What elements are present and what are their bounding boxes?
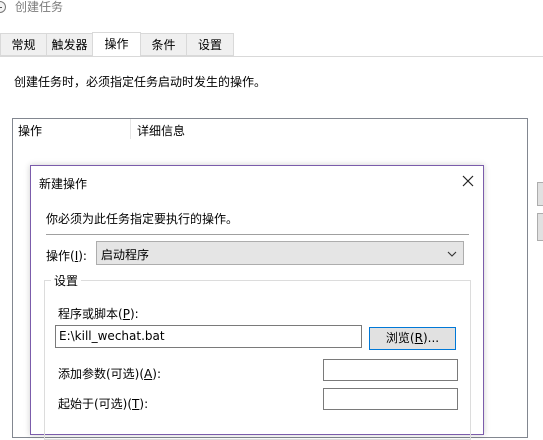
action-type-select[interactable]: 启动程序: [96, 241, 464, 265]
action-type-label: 操作(I):: [46, 247, 87, 264]
move-up-button[interactable]: [537, 182, 543, 206]
program-label: 程序或脚本(P):: [58, 305, 139, 322]
browse-button[interactable]: 浏览(R)...: [369, 327, 456, 350]
program-label-end: ):: [129, 307, 139, 321]
program-input[interactable]: E:\kill_wechat.bat: [55, 325, 362, 348]
new-action-dialog: 新建操作 你必须为此任务指定要执行的操作。 操作(I): 启动程序 设置 程序或…: [30, 165, 484, 440]
chevron-down-icon: [447, 248, 457, 262]
program-label-key: P: [122, 307, 130, 321]
dialog-title: 新建操作: [39, 177, 88, 191]
move-down-button[interactable]: [537, 213, 543, 241]
window-title: 创建任务: [15, 0, 64, 14]
browse-label-text: 浏览(: [385, 331, 415, 345]
action-type-value: 启动程序: [101, 248, 150, 262]
program-label-text: 程序或脚本(: [58, 307, 123, 321]
browse-label-key: R: [414, 331, 423, 345]
arguments-label: 添加参数(可选)(A):: [58, 365, 161, 382]
dialog-description: 你必须为此任务指定要执行的操作。: [46, 212, 239, 226]
window-title-bar: 创建任务: [0, 0, 543, 18]
start-in-input[interactable]: [323, 388, 458, 410]
action-label-text: 操作(: [46, 249, 75, 263]
settings-group-label: 设置: [51, 272, 82, 289]
clock-task-icon: [0, 1, 6, 13]
args-label-end: ):: [152, 367, 161, 381]
start-label-end: ):: [139, 397, 149, 411]
program-input-value: E:\kill_wechat.bat: [59, 329, 165, 343]
tab-conditions[interactable]: 条件: [140, 33, 187, 56]
column-separator: [130, 119, 131, 139]
start-label-text: 起始于(可选)(: [58, 397, 133, 411]
dialog-divider: [46, 234, 469, 235]
tab-settings[interactable]: 设置: [186, 33, 234, 56]
args-label-text: 添加参数(可选)(: [58, 367, 145, 381]
tab-general[interactable]: 常规: [0, 33, 47, 56]
browse-label-end: )...: [422, 331, 440, 345]
close-icon[interactable]: [459, 172, 477, 190]
tab-triggers[interactable]: 触发器: [46, 33, 93, 56]
arguments-input[interactable]: [323, 359, 458, 381]
tab-strip: 常规 触发器 操作 条件 设置: [0, 32, 543, 57]
actions-description: 创建任务时，必须指定任务启动时发生的操作。: [14, 75, 267, 89]
column-header-action[interactable]: 操作: [18, 122, 42, 139]
tab-actions[interactable]: 操作: [92, 32, 141, 57]
column-header-details[interactable]: 详细信息: [137, 122, 185, 139]
action-label-end: ):: [78, 249, 87, 263]
start-in-label: 起始于(可选)(T):: [58, 395, 148, 412]
tab-divider: [0, 56, 543, 57]
